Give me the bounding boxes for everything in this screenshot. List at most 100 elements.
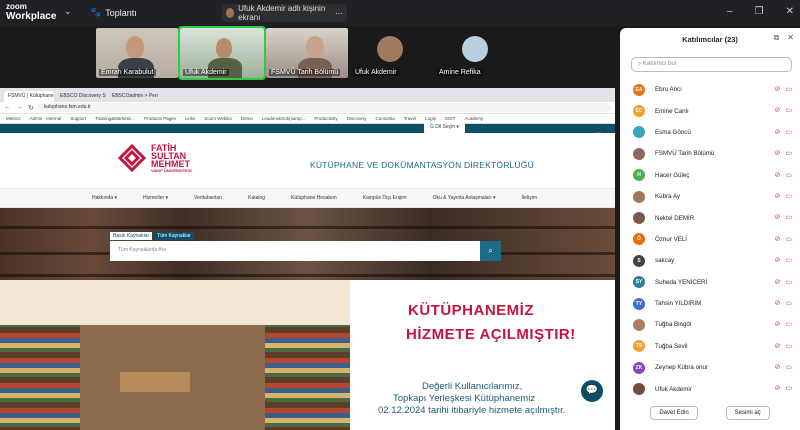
forward-icon[interactable]: → (16, 104, 23, 112)
video-tile[interactable]: FSMVÜ Tarih Bölümü (266, 28, 348, 78)
camera-off-icon[interactable]: ▭ (785, 235, 792, 243)
camera-on-icon[interactable]: ▭ (785, 149, 792, 157)
tab-all-resources[interactable]: Tüm Kaynaklar (154, 232, 194, 240)
bookmark-item[interactable]: Academy (464, 116, 483, 121)
reload-icon[interactable]: ↻ (28, 104, 34, 112)
bookmark-item[interactable]: Metrics (6, 116, 21, 121)
camera-off-icon[interactable]: ▭ (785, 256, 792, 264)
more-icon[interactable]: ⋯ (335, 9, 343, 18)
mic-muted-icon[interactable]: ⊘ (775, 213, 781, 221)
mic-muted-icon[interactable]: ⊘ (775, 85, 781, 93)
camera-off-icon[interactable]: ▭ (785, 85, 792, 93)
participant-row[interactable]: FSMVÜ Tarih Bölümü ⊘ ▭ (620, 143, 800, 164)
camera-off-icon[interactable]: ▭ (785, 192, 792, 200)
mic-muted-icon[interactable]: ⊘ (775, 171, 781, 179)
university-logo[interactable]: FATİH SULTAN MEHMET VAKIF ÜNİVERSİTESİ (117, 143, 192, 173)
participant-row[interactable]: Ufuk Akdemir ⊘ ▭ (620, 378, 800, 399)
screen-share-indicator[interactable]: Ufuk Akdemir adlı kişinin ekranı ⋯ (222, 4, 347, 22)
camera-off-icon[interactable]: ▭ (785, 320, 792, 328)
camera-off-icon[interactable]: ▭ (785, 128, 792, 136)
video-tile[interactable]: Emrah Karabulut (96, 28, 178, 78)
meeting-menu[interactable]: 🐾 Toplantı (90, 7, 137, 18)
mic-muted-icon[interactable]: ⊘ (775, 278, 781, 286)
close-icon[interactable]: ✕ (786, 6, 794, 17)
menu-item[interactable]: Katalog (248, 195, 265, 201)
mic-muted-icon[interactable]: ⊘ (775, 149, 781, 157)
popout-icon[interactable]: ⧉ (774, 33, 780, 43)
bookmark-item[interactable]: Training&Marketin... (95, 116, 135, 121)
url-field[interactable]: kutuphane.fsm.edu.tr (37, 103, 611, 112)
menu-item[interactable]: Kütüphane Hesabım (291, 195, 337, 201)
camera-off-icon[interactable]: ▭ (785, 171, 792, 179)
invite-button[interactable]: Davet Edin (650, 406, 698, 420)
mic-muted-icon[interactable]: ⊘ (775, 235, 781, 243)
bookmark-item[interactable]: Products Pages (144, 116, 176, 121)
bookmark-item[interactable]: Leaders&Sub(samp... (262, 116, 306, 121)
bookmark-item[interactable]: Consortia (375, 116, 394, 121)
menu-item[interactable]: Veritabanları (194, 195, 222, 201)
bookmark-item[interactable]: Travel (404, 116, 416, 121)
mic-muted-icon[interactable]: ⊘ (775, 256, 781, 264)
mic-muted-icon[interactable]: ⊘ (775, 363, 781, 371)
participant-row[interactable]: ZK Zeynep Kübra onur ⊘ ▭ (620, 357, 800, 378)
mic-muted-icon[interactable]: ⊘ (775, 192, 781, 200)
mic-muted-icon[interactable]: ⊘ (775, 128, 781, 136)
tab-printed-resources[interactable]: Basılı Kaynaklar (110, 232, 153, 240)
bookmark-item[interactable]: Links (185, 116, 196, 121)
menu-item[interactable]: Oku & Yayınla Anlaşmaları ▾ (433, 195, 496, 201)
mic-muted-icon[interactable]: ⊘ (775, 299, 781, 307)
participant-row[interactable]: TS Tuğba Sevil ⊘ ▭ (620, 336, 800, 357)
mic-muted-icon[interactable]: ⊘ (775, 384, 781, 392)
participant-search-input[interactable]: ⌕ Katılımcı bul (631, 57, 792, 72)
chat-icon[interactable]: 💬 (581, 380, 603, 402)
participant-row[interactable]: SY Suheda YENİCERİ ⊘ ▭ (620, 272, 800, 293)
participant-row[interactable]: TY Tahsin YILDIRIM ⊘ ▭ (620, 293, 800, 314)
bookmark-item[interactable]: Login (425, 116, 436, 121)
close-icon[interactable]: ✕ (787, 33, 794, 43)
bookmark-item[interactable]: Zoom Webiks (204, 116, 231, 121)
camera-off-icon[interactable]: ▭ (785, 363, 792, 371)
browser-tab[interactable]: EBSCO Discovery Service (56, 91, 106, 102)
unmute-button[interactable]: Sesimi aç (725, 406, 770, 420)
participant-row[interactable]: EC Emine Canlı ⊘ ▭ (620, 100, 800, 121)
menu-item[interactable]: Hakkında ▾ (92, 195, 117, 201)
camera-off-icon[interactable]: ▭ (785, 106, 792, 114)
bookmark-item[interactable]: Admin - Internal (30, 116, 62, 121)
participant-row[interactable]: Nektel DEMİR ⊘ ▭ (620, 207, 800, 228)
participant-row[interactable]: Kübra Ay ⊘ ▭ (620, 186, 800, 207)
bookmark-item[interactable]: Discovery (347, 116, 367, 121)
bookmark-item[interactable]: EDIT (445, 116, 455, 121)
participant-row[interactable]: Esma Göncü ⊘ ▭ (620, 122, 800, 143)
minimize-icon[interactable]: – (727, 6, 733, 17)
video-tile[interactable]: Ufuk Akdemir (350, 28, 432, 78)
announcement-banner[interactable]: KÜTÜPHANEMİZ HİZMETE AÇILMIŞTIR! Değerli… (0, 280, 615, 430)
participant-row[interactable]: H Hacer Güleç ⊘ ▭ (620, 165, 800, 186)
mic-muted-icon[interactable]: ⊘ (775, 342, 781, 350)
search-button[interactable]: ⌕ (480, 241, 501, 261)
menu-item[interactable]: İletişim (522, 195, 538, 201)
bookmark-item[interactable]: Productivity (314, 116, 337, 121)
camera-on-icon[interactable]: ▭ (785, 384, 792, 392)
camera-off-icon[interactable]: ▭ (785, 299, 792, 307)
back-icon[interactable]: ← (4, 104, 11, 112)
camera-off-icon[interactable]: ▭ (785, 278, 792, 286)
search-input[interactable]: Tüm Kaynaklarda Ara (110, 241, 480, 261)
bookmark-item[interactable]: Demo (241, 116, 253, 121)
browser-tab[interactable]: FSMVÜ | Kütüphane ve Doküm (4, 91, 54, 102)
mic-muted-icon[interactable]: ⊘ (775, 320, 781, 328)
video-tile[interactable]: Amine Refika (434, 28, 516, 78)
restore-icon[interactable]: ❐ (755, 6, 764, 17)
participant-row[interactable]: EA Ebru Ancı ⊘ ▭ (620, 79, 800, 100)
bookmark-item[interactable]: Support (70, 116, 86, 121)
browser-tab[interactable]: EBSCOadmin > Personel User (108, 91, 158, 102)
chevron-down-icon[interactable]: ⌄ (64, 6, 72, 17)
participant-row[interactable]: Ö Öznur VELİ ⊘ ▭ (620, 229, 800, 250)
camera-off-icon[interactable]: ▭ (785, 213, 792, 221)
camera-off-icon[interactable]: ▭ (785, 342, 792, 350)
video-tile-active[interactable]: Ufuk Akdemir (178, 26, 266, 80)
participant-row[interactable]: Ssakcay ⊘ ▭ (620, 250, 800, 271)
menu-item[interactable]: Hizmetler ▾ (143, 195, 168, 201)
participant-row[interactable]: Tuğba Bingöl ⊘ ▭ (620, 314, 800, 335)
mic-muted-icon[interactable]: ⊘ (775, 106, 781, 114)
menu-item[interactable]: Kampüs Dışı Erişim (363, 195, 407, 201)
